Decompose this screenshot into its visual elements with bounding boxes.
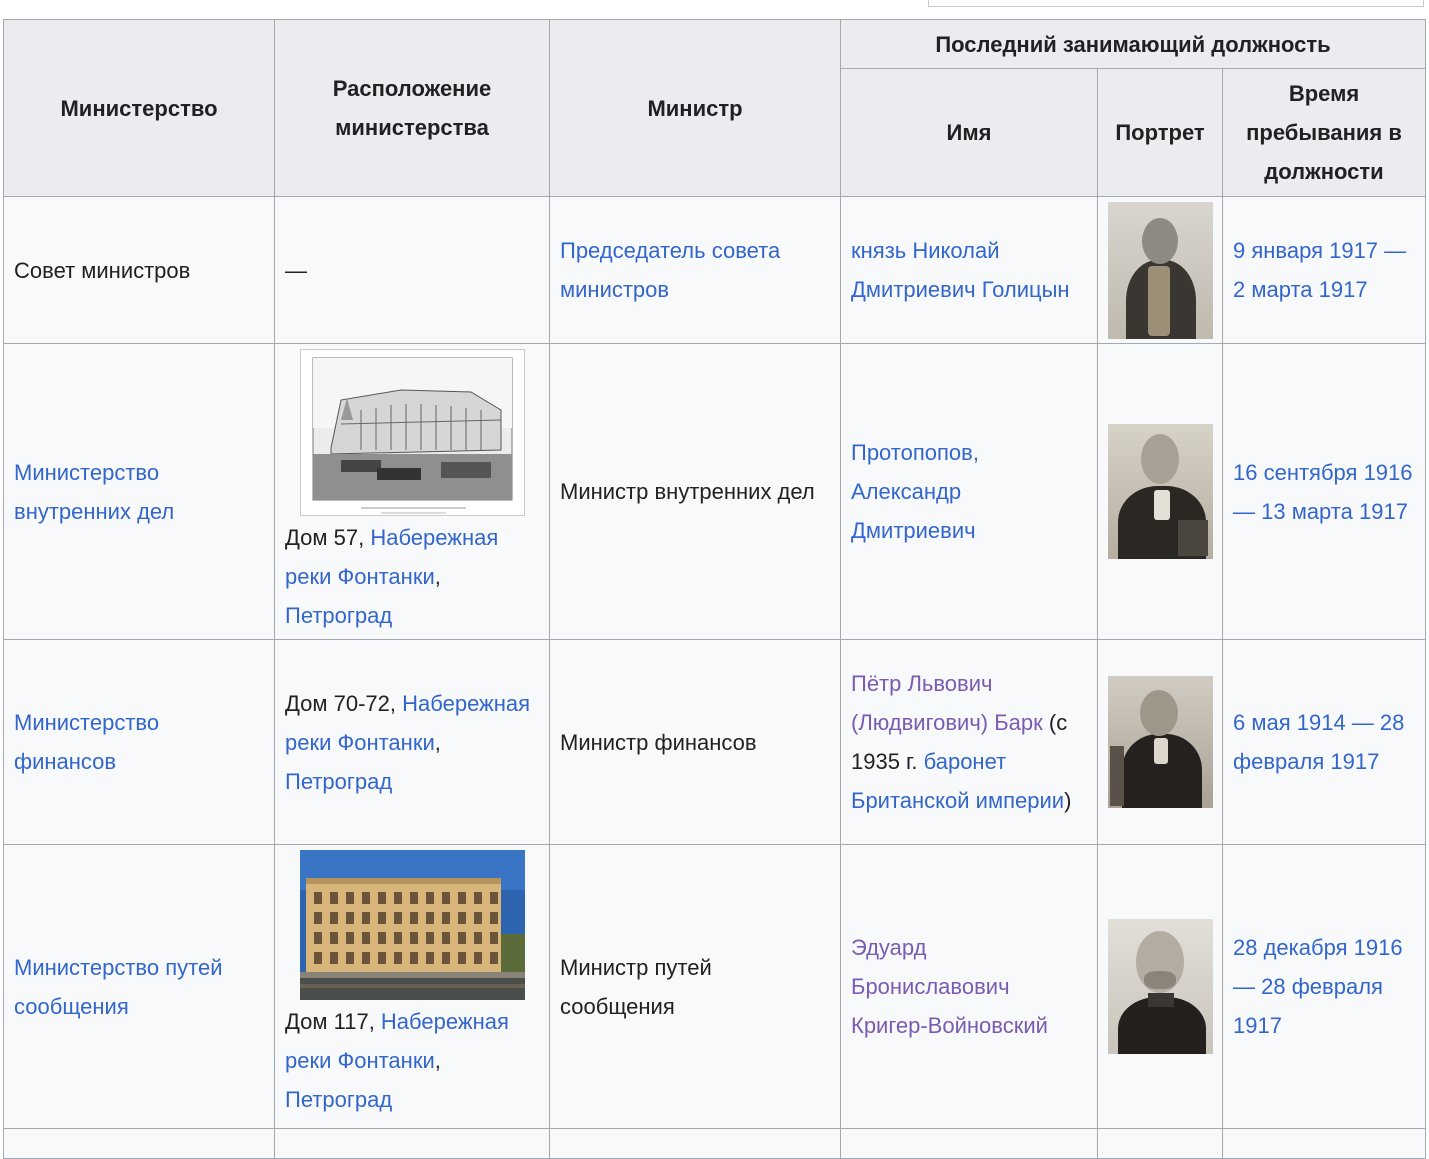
location-link-city[interactable]: Петроград — [285, 769, 392, 794]
ministry-cell: Совет министров — [3, 196, 275, 344]
name-cell: князь Николай Дмитриевич Голицын — [840, 196, 1098, 344]
table-row: Совет министров — Председатель совета ми… — [3, 196, 1427, 344]
ministry-cell: Министерство путей сообщения — [3, 844, 275, 1129]
tenure-link[interactable]: 16 сентября 1916 — 13 марта 1917 — [1233, 460, 1413, 524]
header-ministry: Министерство — [3, 19, 275, 197]
table-row: Министерство внутренних дел Дом 57, Набе… — [3, 343, 1427, 640]
name-note-close: ) — [1064, 788, 1072, 813]
ministry-link[interactable]: Министерство путей сообщения — [14, 955, 222, 1019]
portrait-cell — [1097, 196, 1223, 344]
table-row: Министерство путей сообщения Дом 117, На… — [3, 844, 1427, 1129]
top-box-edge — [928, 0, 1424, 7]
location-cell: — — [274, 196, 550, 344]
table-row: Министерство финансов Дом 70-72, Набереж… — [3, 639, 1427, 845]
ministry-link[interactable]: Министерство внутренних дел — [14, 460, 174, 524]
portrait-kriger-icon[interactable] — [1108, 919, 1213, 1054]
tenure-cell: 9 января 1917 — 2 марта 1917 — [1221, 196, 1427, 344]
building-photo-icon[interactable] — [299, 850, 525, 1000]
portrait-cell — [1097, 639, 1223, 845]
location-link-city[interactable]: Петроград — [285, 603, 392, 628]
minister-cell — [549, 1128, 841, 1159]
name-cell: Пётр Львович (Людвигович) Барк (с 1935 г… — [840, 639, 1098, 845]
header-location-label: Расположение министерства — [332, 76, 492, 140]
minister-link[interactable]: Председатель совета министров — [560, 238, 780, 302]
location-cell: Дом 70-72, Набережная реки Фонтанки, Пет… — [274, 639, 550, 845]
tenure-link[interactable]: 9 января 1917 — 2 марта 1917 — [1233, 238, 1406, 302]
tenure-cell: 6 мая 1914 — 28 февраля 1917 — [1221, 639, 1427, 845]
header-tenure: Время пребывания в должности — [1221, 68, 1427, 197]
name-link[interactable]: князь Николай Дмитриевич Голицын — [851, 238, 1070, 302]
name-cell: Протопопов, Александр Дмитриевич — [840, 343, 1098, 640]
header-last-holder-group: Последний занимающий должность — [839, 19, 1427, 69]
ministry-cell: Министерство внутренних дел — [3, 343, 275, 640]
tenure-cell: 16 сентября 1916 — 13 марта 1917 — [1221, 343, 1427, 640]
location-separator: , — [434, 729, 441, 755]
name-link[interactable]: Протопопов, Александр Дмитриевич — [851, 440, 979, 543]
name-cell — [840, 1128, 1098, 1159]
ministry-cell: Министерство финансов — [3, 639, 275, 845]
name-link[interactable]: Эдуард Брониславович Кригер-Войновский — [851, 935, 1048, 1038]
location-cell: Дом 117, Набережная реки Фонтанки, Петро… — [274, 844, 550, 1129]
tenure-link[interactable]: 6 мая 1914 — 28 февраля 1917 — [1233, 710, 1404, 774]
location-separator: , — [434, 564, 441, 589]
portrait-cell — [1097, 343, 1223, 640]
location-dash: — — [285, 257, 307, 283]
name-link[interactable]: Пётр Львович (Людвигович) Барк — [851, 671, 1043, 735]
tenure-cell: 28 декабря 1916 — 28 февраля 1917 — [1221, 844, 1427, 1129]
location-prefix: Дом 57, — [285, 525, 371, 550]
location-link-city[interactable]: Петроград — [285, 1087, 392, 1112]
tenure-cell — [1221, 1128, 1427, 1159]
portrait-cell — [1097, 844, 1223, 1129]
portrait-cell — [1097, 1128, 1223, 1159]
portrait-protopopov-icon[interactable] — [1108, 424, 1213, 559]
ministries-table: Министерство Расположение министерства М… — [3, 19, 1427, 1159]
ministry-link[interactable]: Министерство финансов — [14, 710, 159, 774]
location-prefix: Дом 70-72, — [285, 690, 403, 716]
minister-cell: Министр путей сообщения — [549, 844, 841, 1129]
header-location: Расположение министерства — [274, 19, 550, 197]
location-cell — [274, 1128, 550, 1159]
location-separator: , — [434, 1048, 441, 1073]
header-name: Имя — [840, 68, 1098, 197]
table-row — [3, 1128, 1427, 1159]
location-cell: Дом 57, Набережная реки Фонтанки, Петрог… — [274, 343, 550, 640]
header-minister: Министр — [549, 19, 841, 197]
building-engraving-icon[interactable] — [299, 349, 525, 516]
ministry-cell — [3, 1128, 275, 1159]
minister-cell: Председатель совета министров — [549, 196, 841, 344]
minister-cell: Министр финансов — [549, 639, 841, 845]
location-prefix: Дом 117, — [285, 1009, 381, 1034]
header-portrait: Портрет — [1097, 68, 1223, 197]
portrait-bark-icon[interactable] — [1108, 676, 1213, 808]
name-cell: Эдуард Брониславович Кригер-Войновский — [840, 844, 1098, 1129]
tenure-link[interactable]: 28 декабря 1916 — 28 февраля 1917 — [1233, 935, 1403, 1038]
portrait-golitsyn-icon[interactable] — [1108, 201, 1213, 339]
minister-cell: Министр внутренних дел — [549, 343, 841, 640]
